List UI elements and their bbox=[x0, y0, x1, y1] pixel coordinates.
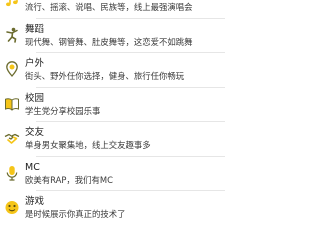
category-description: 是时候展示你真正的技术了 bbox=[25, 209, 126, 219]
category-item-outdoor[interactable]: 户外 街头、野外任你选择，健身、旅行任你畅玩 bbox=[0, 53, 225, 88]
category-description: 单身男女聚集地，线上交友趣事多 bbox=[25, 140, 151, 150]
category-title: 校园 bbox=[25, 92, 45, 104]
category-title: MC bbox=[25, 161, 40, 173]
category-title: 舞蹈 bbox=[25, 23, 45, 35]
category-description: 街头、野外任你选择，健身、旅行任你畅玩 bbox=[25, 71, 185, 81]
category-title: 游戏 bbox=[25, 196, 45, 207]
location-pin-icon bbox=[4, 61, 20, 77]
category-description: 学生党分享校园乐事 bbox=[25, 105, 101, 116]
dance-icon bbox=[4, 27, 20, 43]
category-title: 户外 bbox=[25, 58, 45, 69]
category-item-music[interactable]: 流行、摇滚、说唱、民族等，线上最强演唱会 bbox=[0, 0, 225, 19]
category-title: 交友 bbox=[25, 127, 45, 138]
category-item-campus[interactable]: 校园 学生党分享校园乐事 bbox=[0, 88, 225, 122]
category-description: 流行、摇滚、说唱、民族等，线上最强演唱会 bbox=[25, 2, 193, 12]
category-item-games[interactable]: 游戏 是时候展示你真正的技术了 bbox=[0, 191, 225, 226]
music-icon bbox=[4, 0, 20, 8]
category-item-social[interactable]: 交友 单身男女聚集地，线上交友趣事多 bbox=[0, 122, 225, 157]
gamepad-icon bbox=[4, 199, 20, 215]
category-description: 欧美有RAP，我们有MC bbox=[25, 174, 113, 185]
microphone-icon bbox=[4, 165, 20, 181]
category-item-dance[interactable]: 舞蹈 现代舞、钢管舞、肚皮舞等，这恋爱不如跳舞 bbox=[0, 19, 225, 53]
category-list: 流行、摇滚、说唱、民族等，线上最强演唱会 舞蹈 现代舞、钢管舞、肚皮舞等，这恋爱… bbox=[0, 0, 225, 226]
handshake-icon bbox=[4, 130, 20, 146]
category-description: 现代舞、钢管舞、肚皮舞等，这恋爱不如跳舞 bbox=[25, 36, 193, 47]
book-icon bbox=[4, 96, 20, 112]
category-item-mc[interactable]: MC 欧美有RAP，我们有MC bbox=[0, 157, 225, 191]
